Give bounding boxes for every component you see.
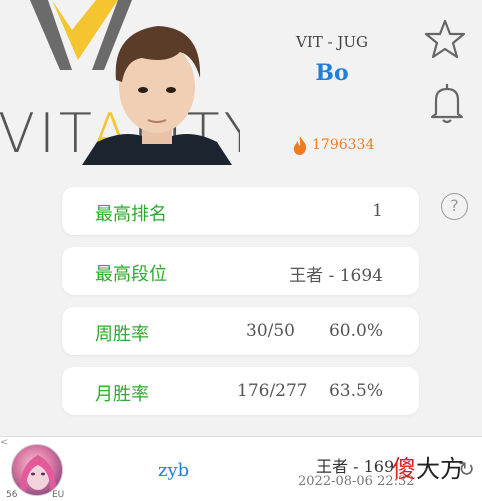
stat-record: 30/50 [246, 321, 295, 341]
left-edge-chevron[interactable]: < [0, 437, 8, 448]
player-team-role: VIT - JUG [295, 33, 368, 51]
star-outline-icon[interactable] [424, 18, 466, 60]
stat-label: 最高段位 [95, 264, 167, 285]
watermark: 傻大方 [392, 455, 464, 483]
stat-card-monthly-winrate: 月胜率 176/277 63.5% [62, 367, 419, 415]
stat-card-highest-tier: 最高段位 王者 - 1694 [62, 247, 419, 295]
champion-portrait [19, 455, 57, 495]
help-icon[interactable]: ? [441, 193, 468, 220]
player-name: Bo [315, 60, 349, 86]
summoner-level: 56 [6, 490, 18, 500]
stat-record: 176/277 [237, 381, 308, 401]
stat-rate: 63.5% [328, 381, 383, 401]
player-photo [82, 26, 232, 165]
avatar [11, 444, 63, 496]
summoner-name: zyb [158, 460, 190, 481]
heat-score: 1796334 [292, 135, 374, 155]
stat-card-highest-ranking: 最高排名 1 [62, 187, 419, 235]
bell-icon[interactable] [427, 80, 467, 124]
stat-rate: 60.0% [328, 321, 383, 341]
flame-icon [293, 136, 307, 155]
summoner-avatar-group: 56 EU [6, 444, 70, 500]
stat-card-weekly-winrate: 周胜率 30/50 60.0% [62, 307, 419, 355]
stat-label: 最高排名 [95, 204, 167, 225]
stat-value: 王者 - 1694 [289, 266, 383, 286]
stat-label: 周胜率 [95, 324, 149, 345]
stat-value: 1 [372, 201, 383, 221]
region-badge: EU [52, 490, 65, 500]
stat-label: 月胜率 [95, 384, 149, 405]
heat-value: 1796334 [312, 137, 375, 153]
player-header: VITALITY VIT - JUG Bo 1796334 [0, 0, 482, 175]
